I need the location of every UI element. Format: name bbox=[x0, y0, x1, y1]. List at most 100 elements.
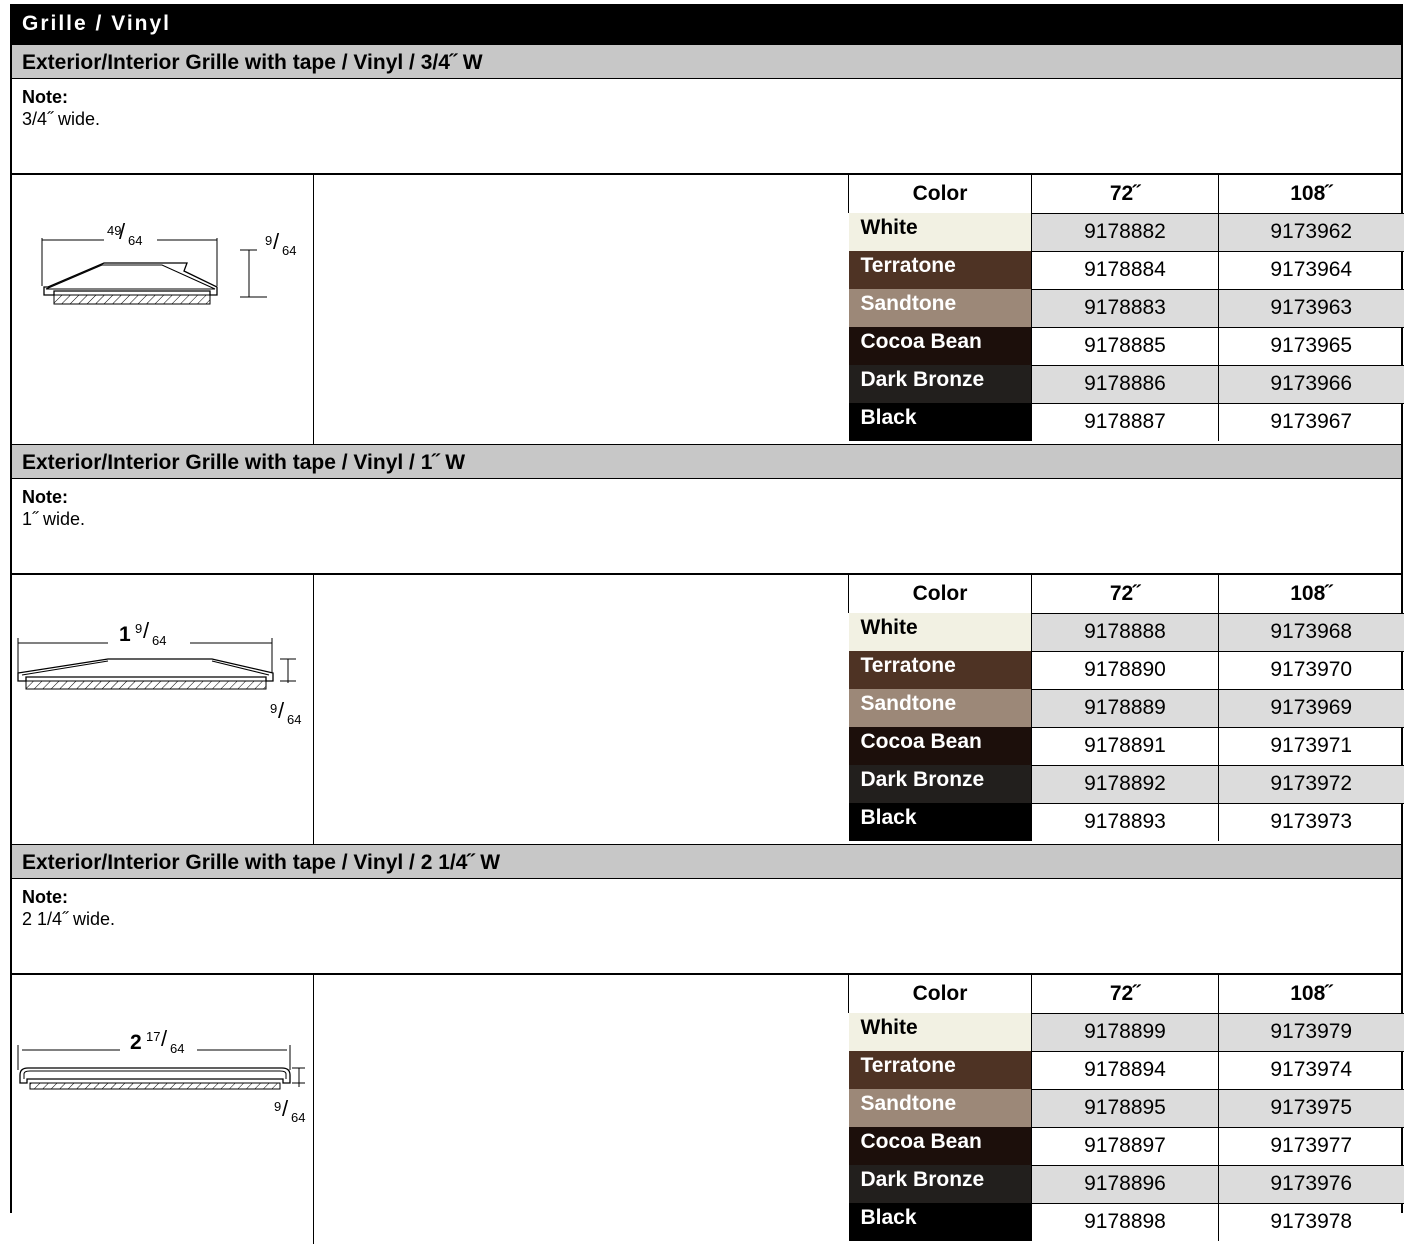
part-72: 9178898 bbox=[1031, 1202, 1219, 1241]
grille-vinyl-spec-sheet: Grille / Vinyl Exterior/Interior Grille … bbox=[10, 4, 1404, 1244]
part-72: 9178893 bbox=[1031, 802, 1219, 841]
part-72: 9178892 bbox=[1031, 764, 1219, 803]
fraction-slash: / bbox=[282, 1096, 289, 1121]
fraction-slash: / bbox=[278, 698, 285, 723]
part-number-table: Color 72˝ 108˝ White 9178882 9173962 Ter… bbox=[848, 175, 1404, 441]
col-header-color: Color bbox=[848, 575, 1032, 613]
part-108: 9173978 bbox=[1218, 1202, 1404, 1241]
part-108: 9173979 bbox=[1218, 1012, 1404, 1051]
product-row: 2 17 / 64 9 / 64 Color 72˝ 108˝ White 91… bbox=[12, 973, 1404, 1244]
part-108: 9173964 bbox=[1218, 250, 1404, 289]
fraction-slash: / bbox=[119, 219, 126, 244]
grille-profile-svg: 2 17 / 64 9 / 64 bbox=[17, 1026, 305, 1125]
page-title: Grille / Vinyl bbox=[12, 4, 1401, 44]
color-swatch-label: Terratone bbox=[848, 251, 1032, 289]
part-108: 9173975 bbox=[1218, 1088, 1404, 1127]
table-row: White 9178899 9173979 bbox=[848, 1012, 1404, 1051]
table-row: Terratone 9178890 9173970 bbox=[848, 650, 1404, 689]
note-label: Note: bbox=[22, 87, 68, 107]
grille-profile bbox=[19, 1067, 291, 1084]
product-row: 1 9 / 64 9 / 64 Color 72˝ 108˝ White 917… bbox=[12, 573, 1404, 844]
fraction-slash: / bbox=[273, 229, 280, 254]
part-108: 9173972 bbox=[1218, 764, 1404, 803]
color-swatch-label: Dark Bronze bbox=[848, 765, 1032, 803]
part-108: 9173973 bbox=[1218, 802, 1404, 841]
col-header-color: Color bbox=[848, 975, 1032, 1013]
height-numerator: 9 bbox=[270, 701, 277, 716]
grille-profile bbox=[17, 658, 274, 682]
tape-hatch bbox=[29, 1082, 281, 1090]
table-row: Dark Bronze 9178886 9173966 bbox=[848, 364, 1404, 403]
col-header-color: Color bbox=[848, 175, 1032, 213]
table-row: Sandtone 9178883 9173963 bbox=[848, 288, 1404, 327]
section-1-inch: Exterior/Interior Grille with tape / Vin… bbox=[12, 444, 1404, 844]
part-72: 9178883 bbox=[1031, 288, 1219, 327]
table-row: Cocoa Bean 9178891 9173971 bbox=[848, 726, 1404, 765]
table-row: Terratone 9178884 9173964 bbox=[848, 250, 1404, 289]
table-row: Dark Bronze 9178892 9173972 bbox=[848, 764, 1404, 803]
color-swatch-label: White bbox=[848, 213, 1032, 251]
color-swatch-label: Terratone bbox=[848, 1051, 1032, 1089]
grille-profile-svg: 1 9 / 64 9 / 64 bbox=[17, 618, 301, 727]
part-108: 9173971 bbox=[1218, 726, 1404, 765]
color-swatch-label: White bbox=[848, 1013, 1032, 1051]
width-whole: 2 bbox=[130, 1031, 142, 1054]
width-whole: 1 bbox=[119, 623, 131, 646]
part-72: 9178882 bbox=[1031, 212, 1219, 251]
col-header-108: 108˝ bbox=[1218, 175, 1404, 213]
width-denominator: 64 bbox=[128, 233, 142, 248]
height-denominator: 64 bbox=[287, 712, 301, 727]
product-row: 49 / 64 9 / 64 Color 72˝ 108˝ White 9178… bbox=[12, 173, 1404, 444]
part-72: 9178897 bbox=[1031, 1126, 1219, 1165]
table-row: Terratone 9178894 9173974 bbox=[848, 1050, 1404, 1089]
table-row: Black 9178887 9173967 bbox=[848, 402, 1404, 441]
note-block: Note: 3/4˝ wide. bbox=[12, 79, 1401, 173]
part-number-table: Color 72˝ 108˝ White 9178899 9173979 Ter… bbox=[848, 975, 1404, 1241]
table-row: White 9178888 9173968 bbox=[848, 612, 1404, 651]
part-72: 9178888 bbox=[1031, 612, 1219, 651]
note-text: 3/4˝ wide. bbox=[22, 109, 101, 129]
height-numerator: 9 bbox=[265, 233, 272, 248]
fraction-slash: / bbox=[143, 618, 150, 643]
part-108: 9173970 bbox=[1218, 650, 1404, 689]
part-108: 9173976 bbox=[1218, 1164, 1404, 1203]
table-row: Dark Bronze 9178896 9173976 bbox=[848, 1164, 1404, 1203]
color-swatch-label: Black bbox=[848, 803, 1032, 841]
part-108: 9173962 bbox=[1218, 212, 1404, 251]
color-swatch-label: Cocoa Bean bbox=[848, 1127, 1032, 1165]
col-header-108: 108˝ bbox=[1218, 575, 1404, 613]
part-72: 9178889 bbox=[1031, 688, 1219, 727]
part-108: 9173963 bbox=[1218, 288, 1404, 327]
color-swatch-label: Black bbox=[848, 403, 1032, 441]
part-72: 9178885 bbox=[1031, 326, 1219, 365]
note-block: Note: 2 1/4˝ wide. bbox=[12, 879, 1401, 973]
note-label: Note: bbox=[22, 487, 68, 507]
table-row: Cocoa Bean 9178897 9173977 bbox=[848, 1126, 1404, 1165]
part-72: 9178899 bbox=[1031, 1012, 1219, 1051]
part-72: 9178886 bbox=[1031, 364, 1219, 403]
table-row: Black 9178898 9173978 bbox=[848, 1202, 1404, 1241]
part-72: 9178895 bbox=[1031, 1088, 1219, 1127]
note-text: 2 1/4˝ wide. bbox=[22, 909, 116, 929]
profile-drawing-1: 1 9 / 64 9 / 64 bbox=[12, 575, 314, 844]
color-swatch-label: Cocoa Bean bbox=[848, 727, 1032, 765]
table-row: Black 9178893 9173973 bbox=[848, 802, 1404, 841]
part-number-table: Color 72˝ 108˝ White 9178888 9173968 Ter… bbox=[848, 575, 1404, 841]
height-denominator: 64 bbox=[291, 1110, 305, 1125]
section-heading: Exterior/Interior Grille with tape / Vin… bbox=[12, 844, 1401, 879]
part-108: 9173969 bbox=[1218, 688, 1404, 727]
table-row: Sandtone 9178889 9173969 bbox=[848, 688, 1404, 727]
width-denominator: 64 bbox=[152, 633, 166, 648]
section-3-4-inch: Exterior/Interior Grille with tape / Vin… bbox=[12, 44, 1404, 444]
profile-drawing-3-4: 49 / 64 9 / 64 bbox=[12, 175, 314, 444]
part-108: 9173966 bbox=[1218, 364, 1404, 403]
color-swatch-label: Dark Bronze bbox=[848, 1165, 1032, 1203]
table-row: White 9178882 9173962 bbox=[848, 212, 1404, 251]
width-numerator: 17 bbox=[146, 1029, 160, 1044]
tape-hatch bbox=[53, 294, 211, 305]
height-numerator: 9 bbox=[274, 1099, 281, 1114]
part-72: 9178894 bbox=[1031, 1050, 1219, 1089]
part-108: 9173965 bbox=[1218, 326, 1404, 365]
color-swatch-label: Dark Bronze bbox=[848, 365, 1032, 403]
part-72: 9178890 bbox=[1031, 650, 1219, 689]
